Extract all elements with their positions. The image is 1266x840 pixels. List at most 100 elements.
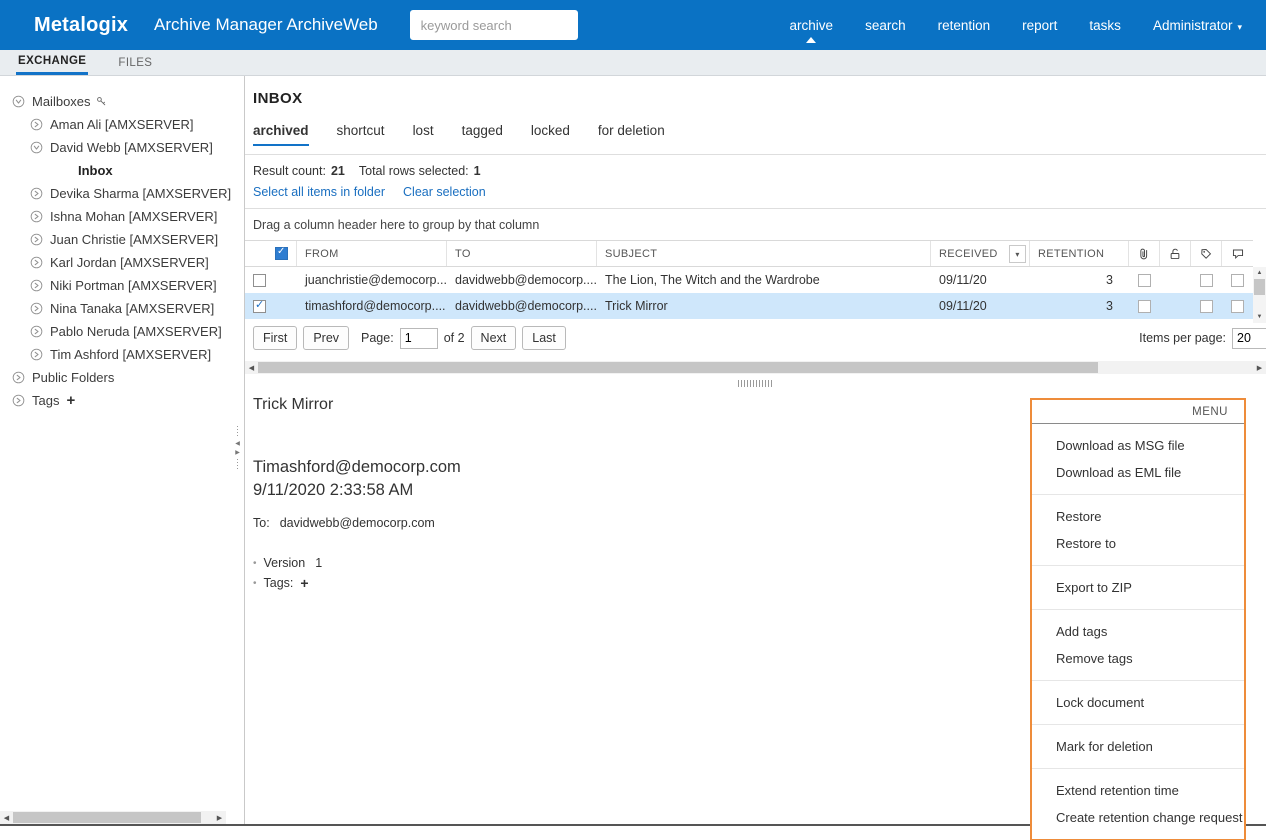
- nav-archive[interactable]: archive: [790, 14, 833, 43]
- nav-search[interactable]: search: [865, 14, 906, 37]
- column-header-to[interactable]: TO: [447, 241, 597, 266]
- menu-item-download-as-msg-file[interactable]: Download as MSG file: [1032, 432, 1244, 459]
- tree-item-tim-ashford-amxserver[interactable]: Tim Ashford [AMXSERVER]: [0, 343, 244, 366]
- expander-icon[interactable]: [30, 118, 43, 131]
- scroll-left-arrow-icon[interactable]: ◀: [245, 364, 258, 372]
- tree-item-nina-tanaka-amxserver[interactable]: Nina Tanaka [AMXSERVER]: [0, 297, 244, 320]
- column-header-lock[interactable]: [1160, 241, 1191, 266]
- view-tab-tagged[interactable]: tagged: [462, 123, 503, 146]
- expander-icon[interactable]: [12, 95, 25, 108]
- table-row[interactable]: juanchristie@democorp.... davidwebb@democ…: [245, 267, 1253, 293]
- menu-item-export-to-zip[interactable]: Export to ZIP: [1032, 574, 1244, 601]
- menu-item-create-retention-change-request[interactable]: Create retention change request: [1032, 804, 1244, 831]
- expander-icon[interactable]: [30, 325, 43, 338]
- tree-item-public-folders[interactable]: Public Folders: [0, 366, 244, 389]
- add-tag-button[interactable]: +: [66, 393, 75, 408]
- row-checkbox[interactable]: [253, 273, 266, 287]
- column-header-tag[interactable]: [1191, 241, 1222, 266]
- tree-item-mailboxes[interactable]: Mailboxes: [0, 90, 244, 113]
- expand-right-icon[interactable]: ▶: [235, 450, 240, 456]
- expander-icon[interactable]: [30, 210, 43, 223]
- tree-item-pablo-neruda-amxserver[interactable]: Pablo Neruda [AMXSERVER]: [0, 320, 244, 343]
- expander-icon[interactable]: [12, 394, 25, 407]
- select-all-checkbox[interactable]: [275, 246, 288, 260]
- scroll-right-arrow-icon[interactable]: ▶: [213, 814, 226, 822]
- menu-item-extend-retention-time[interactable]: Extend retention time: [1032, 777, 1244, 804]
- table-scrollbar-thumb[interactable]: [1254, 279, 1265, 295]
- page-input[interactable]: [399, 327, 438, 349]
- nav-administrator[interactable]: Administrator ▾: [1153, 14, 1242, 37]
- first-page-button[interactable]: First: [253, 326, 298, 350]
- main-horizontal-scrollbar[interactable]: ◀ ▶: [245, 361, 1266, 374]
- expander-icon[interactable]: [30, 187, 43, 200]
- sidebar-scrollbar-thumb[interactable]: [13, 812, 201, 823]
- add-tag-button[interactable]: +: [300, 575, 308, 591]
- view-tab-lost[interactable]: lost: [413, 123, 434, 146]
- splitter-grip[interactable]: [737, 379, 774, 387]
- expander-icon[interactable]: [30, 141, 43, 154]
- expander-icon[interactable]: [30, 279, 43, 292]
- scroll-left-arrow-icon[interactable]: ◀: [0, 814, 13, 822]
- comment-checkbox[interactable]: [1231, 273, 1244, 287]
- nav-retention[interactable]: retention: [938, 14, 991, 37]
- tree-item-niki-portman-amxserver[interactable]: Niki Portman [AMXSERVER]: [0, 274, 244, 297]
- nav-report[interactable]: report: [1022, 14, 1057, 37]
- tree-item-karl-jordan-amxserver[interactable]: Karl Jordan [AMXSERVER]: [0, 251, 244, 274]
- tree-item-juan-christie-amxserver[interactable]: Juan Christie [AMXSERVER]: [0, 228, 244, 251]
- clear-selection-link[interactable]: Clear selection: [403, 185, 486, 199]
- view-tab-shortcut[interactable]: shortcut: [337, 123, 385, 146]
- tree-item-tags[interactable]: Tags +: [0, 389, 244, 412]
- column-header-received[interactable]: RECEIVED ▾: [931, 241, 1030, 266]
- menu-item-remove-tags[interactable]: Remove tags: [1032, 645, 1244, 672]
- expander-icon[interactable]: [30, 233, 43, 246]
- tag-checkbox[interactable]: [1200, 273, 1213, 287]
- next-page-button[interactable]: Next: [470, 326, 517, 350]
- tree-item-inbox[interactable]: Inbox: [0, 159, 244, 182]
- scroll-right-arrow-icon[interactable]: ▶: [1253, 364, 1266, 372]
- main-scrollbar-thumb[interactable]: [258, 362, 1098, 373]
- collapse-left-icon[interactable]: ◀: [235, 441, 240, 447]
- table-row[interactable]: timashford@democorp.... davidwebb@democor…: [245, 293, 1253, 319]
- menu-item-mark-for-deletion[interactable]: Mark for deletion: [1032, 733, 1244, 760]
- items-per-page-input[interactable]: [1232, 327, 1266, 349]
- menu-item-restore-to[interactable]: Restore to: [1032, 530, 1244, 557]
- keyword-search-input[interactable]: [409, 10, 578, 40]
- scroll-down-arrow-icon[interactable]: ▼: [1257, 311, 1263, 323]
- received-sort-dropdown[interactable]: ▾: [1009, 245, 1026, 263]
- attachment-checkbox[interactable]: [1138, 299, 1151, 313]
- view-tab-archived[interactable]: archived: [253, 123, 309, 146]
- prev-page-button[interactable]: Prev: [303, 326, 350, 350]
- tree-item-aman-ali-amxserver[interactable]: Aman Ali [AMXSERVER]: [0, 113, 244, 136]
- row-checkbox[interactable]: [253, 298, 266, 313]
- tree-item-ishna-mohan-amxserver[interactable]: Ishna Mohan [AMXSERVER]: [0, 205, 244, 228]
- column-header-comment[interactable]: [1222, 241, 1253, 266]
- expander-icon[interactable]: [30, 348, 43, 361]
- column-header-attachment[interactable]: [1129, 241, 1160, 266]
- scroll-up-arrow-icon[interactable]: ▲: [1257, 267, 1263, 279]
- tag-checkbox[interactable]: [1200, 299, 1213, 313]
- expander-icon[interactable]: [30, 256, 43, 269]
- last-page-button[interactable]: Last: [522, 326, 566, 350]
- expander-icon[interactable]: [12, 371, 25, 384]
- attachment-checkbox[interactable]: [1138, 273, 1151, 287]
- comment-checkbox[interactable]: [1231, 299, 1244, 313]
- expander-icon[interactable]: [30, 302, 43, 315]
- column-header-from[interactable]: FROM: [297, 241, 447, 266]
- column-header-subject[interactable]: SUBJECT: [597, 241, 931, 266]
- table-vertical-scrollbar[interactable]: ▲ ▼: [1253, 267, 1266, 323]
- menu-item-lock-document[interactable]: Lock document: [1032, 689, 1244, 716]
- tab-files[interactable]: FILES: [116, 50, 154, 75]
- sidebar-horizontal-scrollbar[interactable]: ◀ ▶: [0, 811, 226, 824]
- menu-item-download-as-eml-file[interactable]: Download as EML file: [1032, 459, 1244, 486]
- sidebar-splitter[interactable]: ◀ ▶: [233, 426, 242, 471]
- column-header-retention[interactable]: RETENTION: [1030, 241, 1129, 266]
- select-all-link[interactable]: Select all items in folder: [253, 185, 385, 199]
- menu-item-restore[interactable]: Restore: [1032, 503, 1244, 530]
- tab-exchange[interactable]: EXCHANGE: [16, 50, 89, 75]
- nav-tasks[interactable]: tasks: [1089, 14, 1121, 37]
- preview-splitter[interactable]: [245, 376, 1266, 390]
- view-tab-locked[interactable]: locked: [531, 123, 570, 146]
- menu-item-add-tags[interactable]: Add tags: [1032, 618, 1244, 645]
- view-tab-for-deletion[interactable]: for deletion: [598, 123, 665, 146]
- tree-item-david-webb-amxserver[interactable]: David Webb [AMXSERVER]: [0, 136, 244, 159]
